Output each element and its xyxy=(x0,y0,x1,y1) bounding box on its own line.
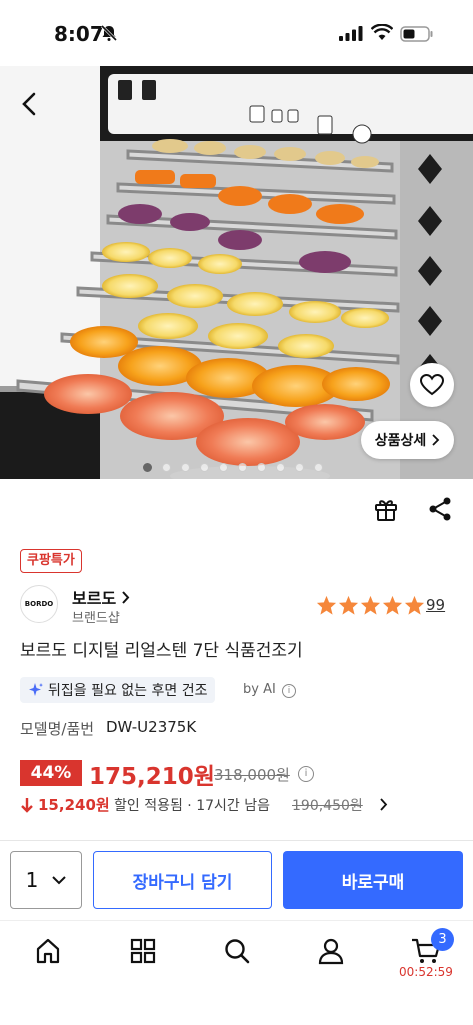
discount-badge: 44% xyxy=(20,760,82,786)
quantity-select[interactable]: 1 xyxy=(10,851,82,909)
category-grid-icon[interactable] xyxy=(129,937,157,965)
carousel-dot[interactable] xyxy=(219,463,228,472)
cellular-signal-icon xyxy=(339,26,363,41)
review-count[interactable]: 99 xyxy=(426,596,445,614)
carousel-dot[interactable] xyxy=(143,463,152,472)
coupon-original-price: 190,450원 xyxy=(292,798,363,814)
arrow-down-icon xyxy=(21,798,33,813)
carousel-dot[interactable] xyxy=(200,463,209,472)
star-icon xyxy=(404,595,425,615)
chevron-right-icon xyxy=(122,591,130,604)
model-value: DW-U2375K xyxy=(106,718,197,736)
chevron-right-icon[interactable] xyxy=(380,798,388,811)
model-label: 모델명/품번 xyxy=(20,720,95,738)
wifi-icon xyxy=(371,24,393,40)
my-account-icon[interactable] xyxy=(317,937,345,965)
buy-now-button[interactable]: 바로구매 xyxy=(283,851,463,909)
coupon-amount: 15,240원 xyxy=(38,796,110,814)
search-icon[interactable] xyxy=(223,937,251,965)
carousel-indicator[interactable] xyxy=(143,463,323,472)
brand-logo[interactable]: BORDO xyxy=(20,585,58,623)
carousel-dot[interactable] xyxy=(238,463,247,472)
status-time: 8:07 xyxy=(54,22,104,46)
status-bar: 8:07 xyxy=(0,0,473,66)
coupon-text: 할인 적용됨 · 17시간 남음 xyxy=(114,798,270,814)
home-icon[interactable] xyxy=(34,937,62,965)
original-price: 318,000원 xyxy=(214,764,290,785)
ai-summary-pill: 뒤집을 필요 없는 후면 건조 xyxy=(20,677,216,703)
carousel-dot[interactable] xyxy=(162,463,171,472)
silent-bell-icon xyxy=(100,24,118,42)
back-arrow-icon[interactable] xyxy=(16,90,44,118)
ai-summary-text: 뒤집을 필요 없는 후면 건조 xyxy=(48,683,208,699)
brand-name-link[interactable]: 보르도 xyxy=(72,585,130,609)
carousel-dot[interactable] xyxy=(295,463,304,472)
star-icon xyxy=(382,595,403,615)
product-detail-button[interactable]: 상품상세 xyxy=(361,421,454,459)
by-ai-label: by AI xyxy=(243,682,276,697)
brand-shop-label: 브랜드샵 xyxy=(72,611,120,626)
carousel-dot[interactable] xyxy=(257,463,266,472)
original-price-value: 318,000원 xyxy=(214,766,290,784)
product-photo xyxy=(0,66,473,479)
add-to-cart-button[interactable]: 장바구니 담기 xyxy=(93,851,272,909)
quantity-value: 1 xyxy=(25,868,39,892)
brand-logo-text: BORDO xyxy=(24,600,54,608)
sale-price: 175,210원 xyxy=(89,764,215,790)
rating-stars[interactable] xyxy=(316,595,425,615)
price-info-icon[interactable]: i xyxy=(298,766,314,782)
deal-badge: 쿠팡특가 xyxy=(20,549,82,573)
battery-icon xyxy=(400,26,433,42)
brand-name: 보르도 xyxy=(72,589,117,608)
carousel-dot[interactable] xyxy=(314,463,323,472)
sparkle-icon xyxy=(29,683,43,696)
carousel-dot[interactable] xyxy=(276,463,285,472)
product-image-carousel[interactable] xyxy=(0,66,473,479)
gift-icon[interactable] xyxy=(373,496,399,522)
heart-icon xyxy=(420,374,444,396)
star-icon xyxy=(338,595,359,615)
product-detail-label: 상품상세 xyxy=(374,433,427,449)
share-icon[interactable] xyxy=(428,496,452,522)
product-title: 보르도 디지털 리얼스텐 7단 식품건조기 xyxy=(20,641,303,661)
cart-timer: 00:52:59 xyxy=(399,965,453,979)
carousel-dot[interactable] xyxy=(181,463,190,472)
star-icon xyxy=(360,595,381,615)
wishlist-button[interactable] xyxy=(410,363,454,407)
by-ai-info[interactable]: by AI i xyxy=(243,682,296,698)
star-icon xyxy=(316,595,337,615)
info-icon: i xyxy=(281,684,296,698)
chevron-right-icon xyxy=(432,434,440,446)
cart-count-badge: 3 xyxy=(431,928,454,951)
chevron-down-icon xyxy=(52,875,67,884)
